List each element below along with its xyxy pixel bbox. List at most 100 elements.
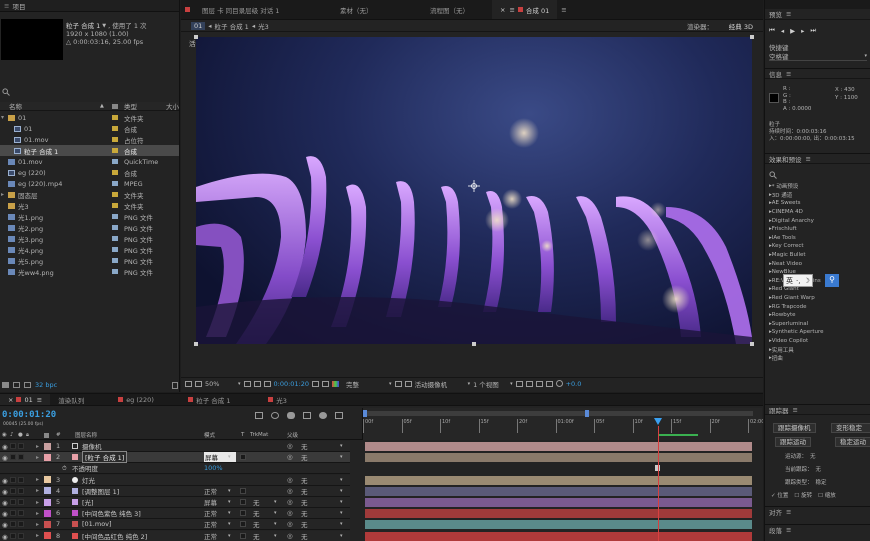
dropdown-arrow-icon[interactable]: ▾ bbox=[274, 533, 277, 539]
project-panel-title[interactable]: 项目 bbox=[12, 1, 25, 11]
preserve-transparency-box[interactable] bbox=[240, 532, 246, 539]
prev-frame-icon[interactable]: ◂ bbox=[781, 27, 784, 35]
timeline-timecode[interactable]: 0:00:01:20 bbox=[2, 410, 56, 420]
project-item[interactable]: ▸ 固态层 文件夹 bbox=[0, 189, 179, 200]
dropdown-arrow-icon[interactable]: ▾ bbox=[228, 521, 231, 527]
dropdown-arrow-icon[interactable]: ▾ bbox=[340, 443, 343, 449]
project-item[interactable]: 光3 文件夹 bbox=[0, 200, 179, 211]
visibility-col-icon[interactable]: ◉ bbox=[2, 432, 7, 438]
sort-icon[interactable]: ▲ bbox=[100, 103, 104, 109]
roi-icon[interactable] bbox=[394, 380, 402, 387]
project-item[interactable]: 光ww4.png PNG 文件 bbox=[0, 266, 179, 277]
visibility-toggle[interactable]: ◉ bbox=[2, 454, 8, 462]
info-title[interactable]: 信息 bbox=[769, 69, 782, 79]
flowchart-icon[interactable] bbox=[545, 380, 553, 387]
layer-mode-select[interactable]: 屏幕 bbox=[204, 452, 236, 463]
audio-toggle[interactable] bbox=[10, 510, 16, 517]
label-swatch[interactable] bbox=[112, 170, 118, 175]
dropdown-arrow-icon[interactable]: ▾ bbox=[274, 521, 277, 527]
dropdown-arrow-icon[interactable]: ▾ bbox=[340, 533, 343, 539]
views-select[interactable]: 1 个视图 bbox=[473, 379, 507, 389]
layer-label-swatch[interactable] bbox=[44, 453, 51, 461]
viewer-lock-icon[interactable] bbox=[185, 7, 190, 12]
lock-icon[interactable]: ≡ bbox=[509, 6, 514, 14]
label-swatch[interactable] bbox=[112, 214, 118, 219]
pick-whip-icon[interactable]: ◎ bbox=[287, 476, 293, 484]
project-item[interactable]: eg (220) 合成 bbox=[0, 167, 179, 178]
shortcut-select[interactable]: 空格键 bbox=[769, 51, 789, 61]
dropdown-arrow-icon[interactable]: ▾ bbox=[274, 510, 277, 516]
menu-icon[interactable]: ≡ bbox=[4, 2, 9, 10]
label-swatch[interactable] bbox=[112, 181, 118, 186]
tab-eg-220[interactable]: eg (220) bbox=[110, 394, 180, 405]
zoom-select[interactable]: 50% bbox=[205, 380, 235, 388]
chevron-down-icon[interactable]: ▼ bbox=[102, 22, 106, 30]
last-frame-icon[interactable]: ⏭ bbox=[810, 26, 816, 35]
dropdown-arrow-icon[interactable]: ▾ bbox=[274, 499, 277, 505]
work-area-bar[interactable] bbox=[363, 411, 753, 416]
work-area-end-icon[interactable] bbox=[585, 410, 589, 417]
layer-row[interactable]: ◉ ▸ 3 灯光 ◎ 无 ▾ bbox=[0, 474, 350, 486]
dropdown-arrow-icon[interactable]: ▾ bbox=[228, 533, 231, 539]
track-type-value[interactable]: 稳定 bbox=[816, 478, 827, 486]
label-swatch[interactable] bbox=[112, 192, 118, 197]
stabilize-motion-button[interactable]: 稳定运动 bbox=[835, 437, 870, 447]
trkmat-select[interactable]: 无 bbox=[253, 497, 260, 507]
parent-select[interactable]: 无 bbox=[301, 475, 308, 485]
show-snapshot-icon[interactable] bbox=[322, 380, 330, 387]
trkmat-select[interactable]: 无 bbox=[253, 508, 260, 518]
project-item[interactable]: 光2.png PNG 文件 bbox=[0, 222, 179, 233]
visibility-toggle[interactable]: ◉ bbox=[2, 443, 8, 451]
quality-select[interactable]: 完整 bbox=[346, 379, 386, 389]
effect-category[interactable]: ▸ Frischluft bbox=[769, 225, 869, 234]
col-t[interactable]: T bbox=[241, 432, 244, 438]
align-title[interactable]: 对齐 bbox=[769, 507, 782, 517]
always-preview-icon[interactable] bbox=[185, 380, 192, 387]
layer-mode-select[interactable]: 正常 bbox=[204, 486, 236, 496]
ime-punct[interactable]: ·, bbox=[796, 277, 800, 285]
tab-footage[interactable]: 素材（无） bbox=[332, 0, 422, 19]
preserve-transparency-box[interactable] bbox=[240, 499, 246, 505]
resolution-icon[interactable] bbox=[243, 380, 251, 387]
layer-name[interactable]: [中间色品红色 纯色 2] bbox=[82, 531, 147, 541]
label-swatch[interactable] bbox=[112, 137, 118, 142]
layer-label-swatch[interactable] bbox=[44, 532, 51, 540]
solo-toggle[interactable] bbox=[18, 476, 24, 483]
project-item[interactable]: 粒子 合成 1 合成 bbox=[0, 145, 179, 156]
pick-whip-icon[interactable]: ◎ bbox=[287, 498, 293, 506]
project-item[interactable]: 01 合成 bbox=[0, 123, 179, 134]
comp-mini-flowchart-icon[interactable] bbox=[255, 412, 263, 419]
color-channel-icon[interactable] bbox=[332, 380, 340, 387]
visibility-toggle[interactable]: ◉ bbox=[2, 521, 8, 529]
exposure-icon[interactable] bbox=[555, 380, 563, 387]
effect-category[interactable]: ▸ Rowbyte bbox=[769, 311, 869, 320]
trkmat-select[interactable]: 无 bbox=[253, 519, 260, 529]
transparency-icon[interactable] bbox=[404, 380, 412, 387]
effects-search-icon[interactable] bbox=[769, 171, 777, 179]
close-icon[interactable]: × bbox=[500, 6, 505, 14]
tracker-title[interactable]: 跟踪器 bbox=[769, 405, 789, 415]
tab-timeline-01[interactable]: × 01 ≡ bbox=[0, 394, 51, 405]
label-col-icon[interactable] bbox=[44, 432, 49, 438]
layer-name[interactable]: [调整图层 1] bbox=[82, 486, 119, 496]
layer-name[interactable]: [光] bbox=[82, 497, 94, 507]
preserve-transparency-box[interactable] bbox=[240, 454, 246, 461]
frame-blending-icon[interactable] bbox=[303, 412, 311, 419]
magnification-icon[interactable] bbox=[195, 380, 202, 387]
pick-whip-icon[interactable]: ◎ bbox=[287, 442, 293, 450]
timeline-icon[interactable] bbox=[535, 380, 543, 387]
dropdown-arrow-icon[interactable]: ▾ bbox=[228, 488, 231, 494]
parent-select[interactable]: 无 bbox=[301, 531, 308, 541]
scale-checkbox[interactable]: ☐ 缩放 bbox=[818, 491, 836, 499]
close-icon[interactable]: × bbox=[8, 396, 13, 404]
effect-category[interactable]: ▸ Magic Bullet bbox=[769, 251, 869, 260]
exposure-value[interactable]: +0.0 bbox=[566, 380, 582, 388]
pick-whip-icon[interactable]: ◎ bbox=[287, 487, 293, 495]
audio-toggle[interactable] bbox=[10, 476, 16, 483]
new-folder-icon[interactable] bbox=[13, 382, 20, 388]
label-swatch[interactable] bbox=[112, 148, 118, 153]
audio-toggle[interactable] bbox=[10, 499, 16, 505]
audio-col-icon[interactable]: ♪ bbox=[10, 432, 14, 438]
dropdown-arrow-icon[interactable]: ▾ bbox=[340, 488, 343, 494]
label-swatch[interactable] bbox=[112, 159, 118, 164]
